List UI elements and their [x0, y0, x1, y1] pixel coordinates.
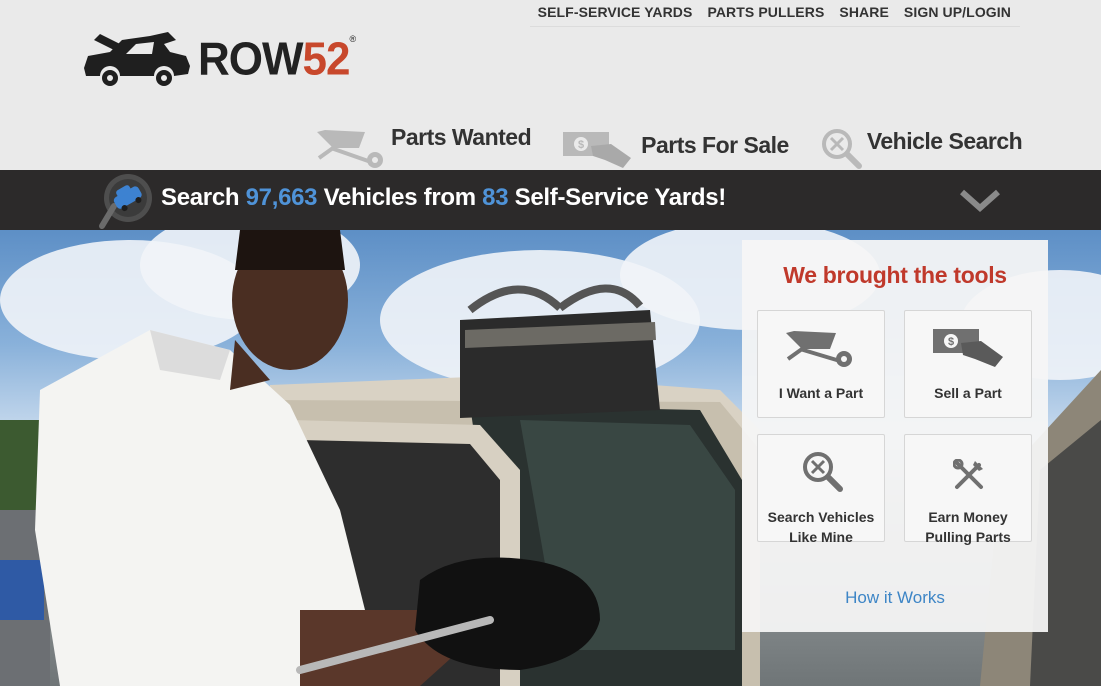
- money-hand-icon: $: [933, 329, 1003, 367]
- nav-sign-up-login[interactable]: SIGN UP/LOGIN: [904, 4, 1011, 20]
- svg-text:$: $: [578, 139, 584, 151]
- car-search-icon: [99, 174, 152, 229]
- site-header: SELF-SERVICE YARDS PARTS PULLERS SHARE S…: [0, 0, 1101, 170]
- car-logo-icon: [84, 32, 190, 86]
- vehicle-search-banner[interactable]: Search 97,663 Vehicles from 83 Self-Serv…: [0, 170, 1101, 230]
- nav-vehicle-search[interactable]: Vehicle Search: [819, 122, 1023, 170]
- wheelbarrow-icon: [317, 130, 383, 168]
- tools-title: We brought the tools: [783, 262, 1007, 288]
- tool-search-vehicles-line1: Search Vehicles: [767, 509, 875, 525]
- logo-wordmark: ROW52: [198, 33, 350, 86]
- main-navigation: Parts Wanted $ Parts For Sale Vehicle Se…: [315, 118, 1023, 170]
- tool-want-a-part[interactable]: I Want a Part: [757, 310, 885, 418]
- vehicles-count: 97,663: [245, 184, 318, 211]
- top-nav-divider: [530, 26, 1020, 27]
- chevron-down-icon[interactable]: [958, 186, 1002, 214]
- wheelbarrow-icon: [786, 331, 852, 367]
- tool-search-vehicles-line2: Like Mine: [789, 529, 853, 545]
- tool-earn-money[interactable]: Earn Money Pulling Parts: [904, 434, 1032, 545]
- tools-panel: We brought the tools I Want a Part $ Sel…: [742, 240, 1048, 632]
- tool-sell-a-part[interactable]: $ Sell a Part: [904, 310, 1032, 418]
- nav-parts-pullers[interactable]: PARTS PULLERS: [707, 4, 824, 20]
- nav-parts-wanted[interactable]: Parts Wanted: [315, 118, 532, 170]
- tool-sell-a-part-label: Sell a Part: [934, 385, 1002, 401]
- top-navigation: SELF-SERVICE YARDS PARTS PULLERS SHARE S…: [538, 4, 1011, 20]
- search-banner-text: Search 97,663 Vehicles from 83 Self-Serv…: [161, 184, 726, 211]
- nav-self-service-yards[interactable]: SELF-SERVICE YARDS: [538, 4, 693, 20]
- tools-icon: [953, 459, 983, 489]
- nav-parts-for-sale[interactable]: $ Parts For Sale: [561, 126, 789, 170]
- tool-want-a-part-label: I Want a Part: [778, 385, 864, 401]
- nav-vehicle-search-label: Vehicle Search: [866, 128, 1023, 154]
- magnifier-icon: [821, 129, 862, 169]
- tool-search-vehicles[interactable]: Search Vehicles Like Mine: [757, 434, 885, 545]
- how-it-works-link[interactable]: How it Works: [742, 588, 1048, 608]
- tool-earn-money-line1: Earn Money: [928, 509, 1008, 525]
- row52-logo[interactable]: ROW52 ®: [80, 30, 356, 90]
- yards-count: 83: [482, 184, 509, 211]
- registered-mark: ®: [349, 34, 357, 44]
- magnifier-icon: [803, 452, 843, 492]
- tool-earn-money-line2: Pulling Parts: [925, 529, 1011, 545]
- money-hand-icon: $: [563, 132, 632, 168]
- nav-parts-wanted-label: Parts Wanted: [391, 124, 532, 150]
- nav-share[interactable]: SHARE: [839, 4, 889, 20]
- nav-parts-for-sale-label: Parts For Sale: [641, 132, 789, 158]
- svg-text:$: $: [948, 336, 954, 348]
